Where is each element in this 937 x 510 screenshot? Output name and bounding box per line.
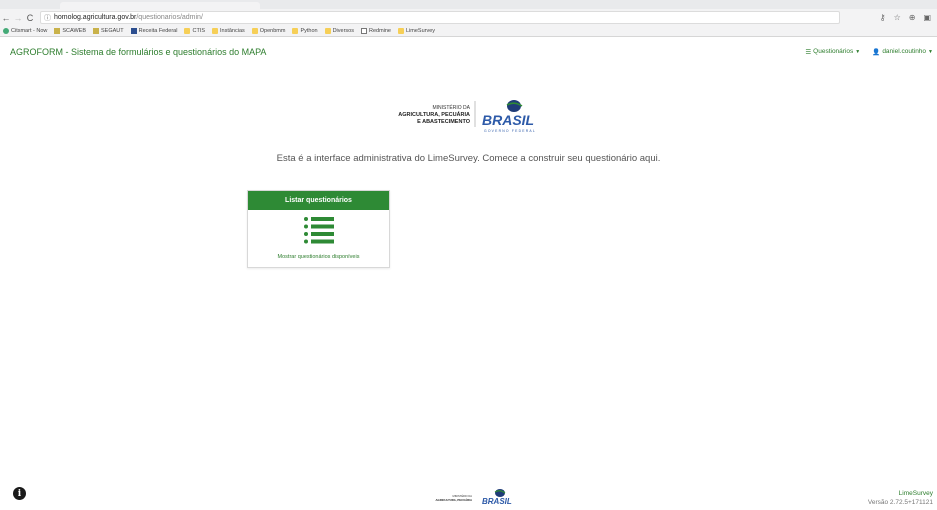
menu-icon[interactable]: ▣ bbox=[923, 13, 931, 22]
segaut-icon bbox=[93, 28, 100, 34]
bookmark-label: Redmine bbox=[368, 28, 391, 34]
reload-icon[interactable]: C bbox=[24, 13, 36, 23]
list-icon bbox=[304, 217, 334, 244]
card-title: Listar questionários bbox=[248, 191, 389, 210]
key-icon[interactable]: ⚷ bbox=[880, 13, 886, 22]
bookmark-item[interactable]: SEGAUT bbox=[93, 28, 124, 34]
bookmark-item[interactable]: Receita Federal bbox=[130, 28, 178, 34]
bookmarks-bar: Citsmart - Now SCAWEB SEGAUT Receita Federa… bbox=[0, 26, 937, 37]
version-info: LimeSurvey Versão 2.72.5+171121 bbox=[868, 489, 933, 507]
bookmark-item[interactable]: Citsmart - Now bbox=[3, 28, 47, 34]
bookmark-label: LimeSurvey bbox=[406, 28, 436, 34]
citsmart-icon bbox=[3, 28, 9, 34]
bookmark-label: SEGAUT bbox=[101, 28, 124, 34]
folder-icon bbox=[184, 28, 191, 34]
bookmark-label: SCAWEB bbox=[62, 28, 87, 34]
app-brand[interactable]: AGROFORM - Sistema de formulários e ques… bbox=[10, 47, 266, 57]
gov-label: GOVERNO FEDERAL bbox=[484, 129, 536, 133]
extension-icon[interactable]: ⊕ bbox=[909, 13, 916, 22]
info-icon[interactable]: ⓘ bbox=[44, 13, 51, 23]
surveys-menu-label: Questionários bbox=[813, 48, 854, 55]
info-icon[interactable]: i bbox=[13, 487, 26, 500]
bookmark-label: Openbmm bbox=[259, 28, 286, 34]
bookmark-item[interactable]: Python bbox=[292, 28, 318, 34]
admin-tagline: Esta é a interface administrativa do Lim… bbox=[276, 153, 661, 164]
folder-icon bbox=[398, 28, 404, 34]
bookmark-item[interactable]: Diversos bbox=[324, 28, 354, 34]
logo-line2: AGRICULTURA, PECUÁRIA bbox=[398, 111, 470, 118]
footer-brasil-wordmark: BRASIL bbox=[482, 497, 512, 506]
browser-tab-strip bbox=[0, 0, 937, 9]
surveys-menu[interactable]: ☰ Questionários ▼ bbox=[805, 48, 860, 56]
brasil-wordmark: BRASIL bbox=[482, 112, 534, 128]
address-bar[interactable]: ⓘ homolog.agricultura.gov.br /questionar… bbox=[40, 11, 840, 24]
back-icon[interactable]: ← bbox=[0, 13, 12, 23]
footer-ministry-logo: MINISTÉRIO DA AGRICULTURA, PECUÁRIA BRAS… bbox=[436, 489, 512, 506]
logo-line1: MINISTÉRIO DA bbox=[432, 104, 470, 111]
list-icon: ☰ bbox=[805, 48, 812, 56]
page-icon bbox=[360, 28, 367, 34]
bookmark-label: CTIS bbox=[192, 28, 205, 34]
user-menu[interactable]: 👤 daniel.coutinho ▼ bbox=[872, 48, 933, 56]
user-menu-label: daniel.coutinho bbox=[882, 48, 927, 55]
bookmark-label: Receita Federal bbox=[138, 28, 178, 34]
bookmark-item[interactable]: LimeSurvey bbox=[398, 28, 435, 34]
bookmark-label: Diversos bbox=[332, 28, 354, 34]
chevron-down-icon: ▼ bbox=[855, 48, 861, 55]
top-navbar: AGROFORM - Sistema de formulários e ques… bbox=[0, 37, 937, 66]
bookmark-label: Instâncias bbox=[220, 28, 245, 34]
version-label: Versão 2.72.5+171121 bbox=[867, 499, 933, 506]
user-icon: 👤 bbox=[872, 48, 881, 56]
folder-icon bbox=[212, 28, 218, 34]
folder-icon bbox=[292, 28, 299, 34]
browser-tab[interactable] bbox=[60, 2, 260, 9]
bookmark-item[interactable]: CTIS bbox=[184, 28, 205, 34]
bookmark-label: Citsmart - Now bbox=[11, 28, 48, 34]
star-icon[interactable]: ☆ bbox=[894, 13, 901, 22]
bookmark-item[interactable]: Openbmm bbox=[251, 28, 286, 34]
chevron-down-icon: ▼ bbox=[928, 48, 933, 55]
forward-icon[interactable]: → bbox=[12, 13, 24, 23]
scaweb-icon bbox=[54, 28, 61, 34]
url-path: /questionarios/admin/ bbox=[136, 14, 203, 21]
receita-icon bbox=[130, 28, 137, 34]
folder-icon bbox=[251, 28, 258, 34]
bookmark-label: Python bbox=[300, 28, 318, 34]
bookmark-item[interactable]: Redmine bbox=[360, 28, 391, 34]
bookmark-item[interactable]: Instâncias bbox=[212, 28, 245, 34]
card-footer-text: Mostrar questionários disponíveis bbox=[277, 254, 360, 260]
bookmark-item[interactable]: SCAWEB bbox=[54, 28, 86, 34]
browser-toolbar: ← → C ⓘ homolog.agricultura.gov.br /ques… bbox=[0, 9, 937, 26]
product-link[interactable]: LimeSurvey bbox=[868, 489, 933, 498]
footer-logo-line2: AGRICULTURA, PECUÁRIA bbox=[436, 497, 472, 502]
url-host: homolog.agricultura.gov.br bbox=[54, 14, 137, 21]
folder-icon bbox=[324, 28, 331, 34]
logo-line3: E ABASTECIMENTO bbox=[417, 119, 471, 125]
list-surveys-card[interactable]: Listar questionários Mostrar questionári… bbox=[247, 190, 390, 268]
ministry-logo: MINISTÉRIO DA AGRICULTURA, PECUÁRIA E AB… bbox=[398, 100, 536, 133]
